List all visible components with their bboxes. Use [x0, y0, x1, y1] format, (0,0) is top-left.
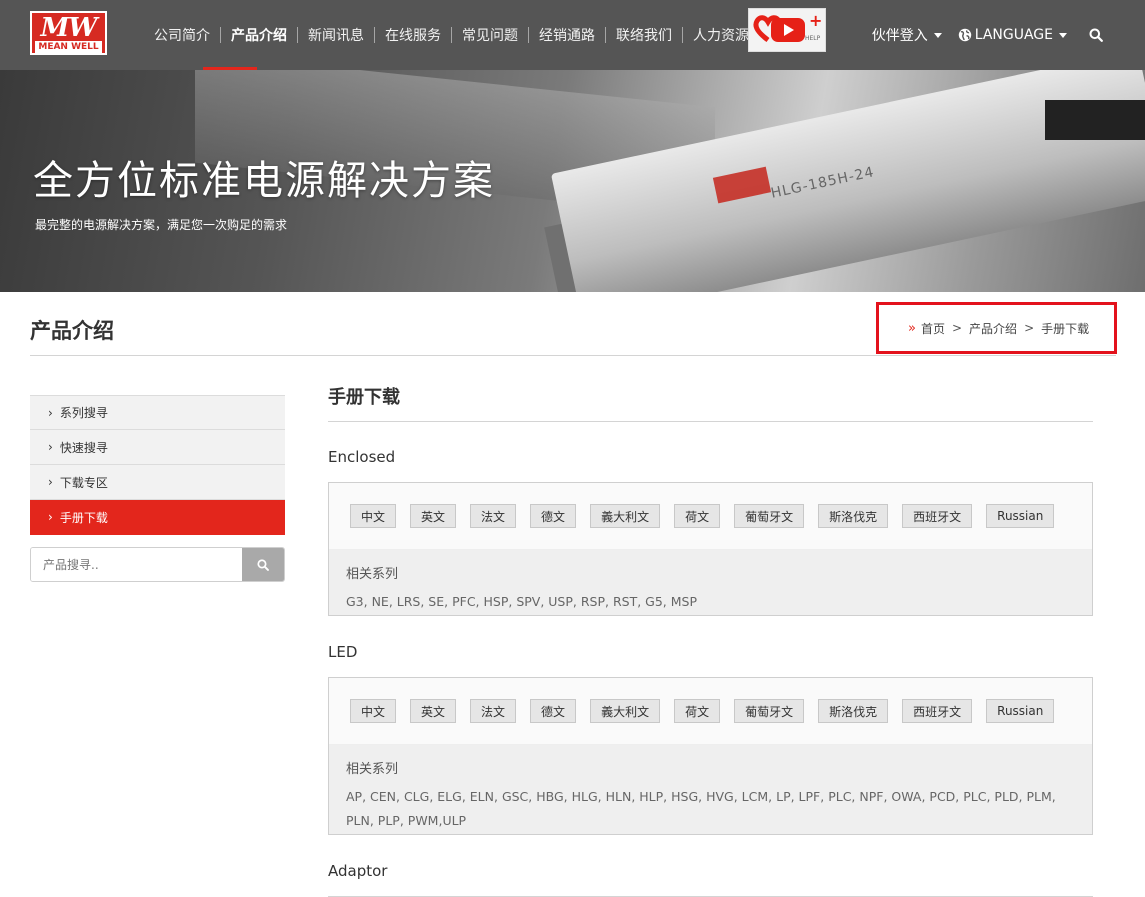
language-button-group: 中文 英文 法文 德文 義大利文 荷文 葡萄牙文 斯洛伐克 西班牙文 Russi…	[329, 678, 1092, 744]
section-title: 手册下载	[328, 387, 400, 408]
badge-help-text: HELP	[805, 35, 821, 42]
chevron-right-icon: ›	[48, 405, 53, 420]
related-series-list: AP, CEN, CLG, ELG, ELN, GSC, HBG, HLG, H…	[346, 789, 1056, 828]
product-search-box	[30, 547, 285, 582]
breadcrumb-current: 手册下载	[1041, 321, 1090, 336]
sidebar: › 系列搜寻 › 快速搜寻 › 下载专区 › 手册下载	[30, 395, 285, 535]
chevron-right-icon: ›	[48, 475, 53, 489]
divider	[328, 421, 1093, 422]
lang-button-french[interactable]: 法文	[470, 504, 517, 528]
lang-button-english[interactable]: 英文	[410, 699, 457, 723]
lang-button-chinese[interactable]: 中文	[350, 699, 397, 723]
language-button-group: 中文 英文 法文 德文 義大利文 荷文 葡萄牙文 斯洛伐克 西班牙文 Russi…	[329, 483, 1092, 549]
language-dropdown[interactable]: LANGUAGE	[958, 27, 1067, 43]
category-title: Enclosed	[328, 448, 396, 466]
related-series-panel: 相关系列 AP, CEN, CLG, ELG, ELN, GSC, HBG, H…	[329, 744, 1092, 834]
lang-button-chinese[interactable]: 中文	[350, 504, 397, 528]
lang-button-portuguese[interactable]: 葡萄牙文	[734, 699, 805, 723]
sidebar-item-label: 系列搜寻	[59, 406, 108, 420]
nav-item-distributors[interactable]: 经销通路	[529, 0, 605, 70]
page-title: 产品介绍	[30, 319, 114, 343]
globe-icon	[958, 28, 971, 42]
nav-item-news[interactable]: 新闻讯息	[298, 0, 374, 70]
breadcrumb-separator: >	[1024, 321, 1035, 335]
manual-card-led: 中文 英文 法文 德文 義大利文 荷文 葡萄牙文 斯洛伐克 西班牙文 Russi…	[328, 677, 1093, 835]
breadcrumb-separator: >	[951, 321, 963, 335]
breadcrumb-products[interactable]: 产品介绍	[969, 320, 1017, 337]
caret-down-icon	[933, 32, 942, 38]
utility-nav: 伙伴登入 LANGUAGE	[872, 0, 1145, 70]
related-series-list: G3, NE, LRS, SE, PFC, HSP, SPV, USP, RSP…	[346, 594, 698, 609]
lang-button-portuguese[interactable]: 葡萄牙文	[734, 504, 805, 528]
lang-button-german[interactable]: 德文	[530, 699, 577, 723]
related-series-panel: 相关系列 G3, NE, LRS, SE, PFC, HSP, SPV, USP…	[329, 549, 1092, 615]
lang-button-italian[interactable]: 義大利文	[590, 504, 661, 528]
lang-button-russian[interactable]: Russian	[986, 504, 1055, 528]
breadcrumb: » 首页 > 产品介绍 > 手册下载	[876, 302, 1117, 354]
lang-button-dutch[interactable]: 荷文	[674, 699, 721, 723]
sidebar-item-label: 快速搜寻	[59, 440, 108, 455]
sidebar-item-downloads[interactable]: › 下载专区	[30, 465, 285, 500]
sidebar-item-quick-search[interactable]: › 快速搜寻	[30, 430, 285, 465]
logo-name: MEAN WELL	[35, 41, 102, 53]
hero-product-image	[1045, 100, 1145, 140]
sidebar-item-series-search[interactable]: › 系列搜寻	[30, 395, 285, 430]
lang-button-spanish[interactable]: 西班牙文	[902, 699, 973, 723]
logo-mark: MW	[40, 13, 98, 43]
product-search-button[interactable]	[242, 548, 284, 581]
search-icon[interactable]	[1089, 28, 1103, 42]
language-label: LANGUAGE	[974, 27, 1053, 43]
partner-login-dropdown[interactable]: 伙伴登入	[872, 25, 942, 45]
hero-banner: HLG-185H-24 全方位标准电源解决方案 最完整的电源解决方案，满足您一次…	[0, 70, 1145, 292]
lang-button-slovak[interactable]: 斯洛伐克	[818, 504, 889, 528]
meanwell-logo[interactable]: MW MEAN WELL	[30, 11, 107, 55]
lang-button-english[interactable]: 英文	[410, 504, 457, 528]
sidebar-item-manual-download[interactable]: › 手册下载	[30, 500, 285, 535]
sidebar-item-label: 手册下载	[59, 510, 108, 525]
nav-item-label: 产品介绍	[231, 28, 287, 44]
double-chevron-icon: »	[908, 320, 916, 336]
lang-button-slovak[interactable]: 斯洛伐克	[818, 699, 889, 723]
lang-button-italian[interactable]: 義大利文	[590, 699, 661, 723]
breadcrumb-home[interactable]: 首页	[921, 320, 945, 337]
nav-item-contact[interactable]: 联络我们	[606, 0, 682, 70]
related-series-label: 相关系列	[346, 567, 399, 582]
chevron-right-icon: ›	[48, 440, 53, 454]
nav-item-faq[interactable]: 常见问题	[452, 0, 528, 70]
product-search-input[interactable]	[31, 548, 243, 581]
nav-item-online-service[interactable]: 在线服务	[375, 0, 451, 70]
partner-login-label: 伙伴登入	[871, 28, 928, 44]
hero-subtitle: 最完整的电源解决方案，满足您一次购足的需求	[35, 218, 288, 232]
nav-active-indicator	[203, 67, 257, 70]
lang-button-russian[interactable]: Russian	[986, 699, 1055, 723]
related-series-label: 相关系列	[346, 762, 399, 777]
plus-icon: +	[809, 11, 823, 30]
hero-title: 全方位标准电源解决方案	[33, 158, 495, 204]
main-nav: 公司简介 产品介绍 新闻讯息 在线服务 常见问题 经销通路 联络我们 人力资源	[144, 0, 759, 70]
lang-button-dutch[interactable]: 荷文	[674, 504, 721, 528]
lang-button-spanish[interactable]: 西班牙文	[902, 504, 973, 528]
top-navbar: MW MEAN WELL 公司简介 产品介绍 新闻讯息 在线服务 常见问题 经销…	[0, 0, 1145, 70]
lang-button-german[interactable]: 德文	[530, 504, 577, 528]
manual-card-enclosed: 中文 英文 法文 德文 義大利文 荷文 葡萄牙文 斯洛伐克 西班牙文 Russi…	[328, 482, 1093, 616]
divider	[30, 355, 1116, 356]
youtube-help-badge[interactable]: + HELP	[748, 8, 826, 52]
chevron-right-icon: ›	[48, 510, 53, 524]
category-title: Adaptor	[328, 862, 388, 880]
sidebar-item-label: 下载专区	[59, 475, 108, 490]
lang-button-french[interactable]: 法文	[470, 699, 517, 723]
nav-item-products[interactable]: 产品介绍	[221, 0, 297, 70]
caret-down-icon	[1059, 32, 1067, 38]
nav-item-company[interactable]: 公司简介	[144, 0, 220, 70]
youtube-play-icon	[771, 18, 805, 42]
search-icon	[257, 558, 269, 571]
category-title: LED	[328, 643, 358, 661]
